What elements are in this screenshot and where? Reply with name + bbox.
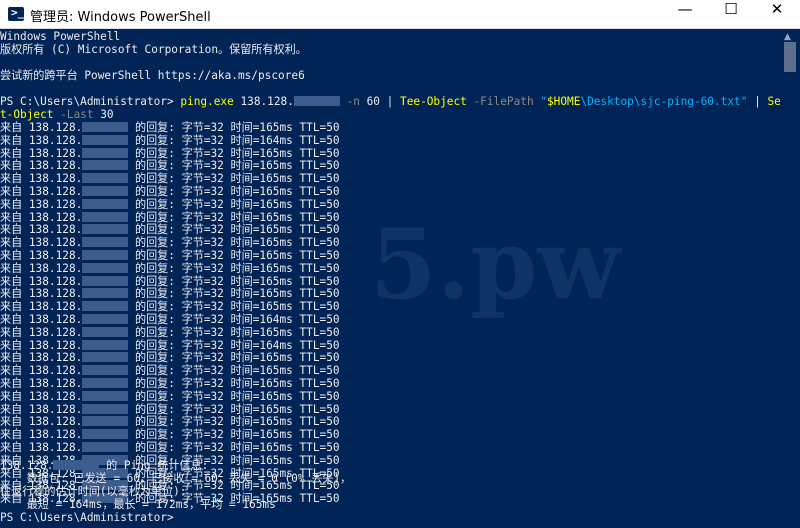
header-line: Windows PowerShell — [0, 30, 121, 43]
n-value: 60 — [359, 95, 387, 108]
reply-line: 来自 138.128. 的回复: 字节=32 时间=165ms TTL=50 — [0, 389, 340, 403]
header-line: 版权所有 (C) Microsoft Corporation。保留所有权利。 — [0, 43, 307, 56]
redacted-ip — [82, 416, 129, 427]
final-prompt[interactable]: PS C:\Users\Administrator> — [0, 511, 174, 524]
redacted-ip — [82, 173, 129, 184]
reply-line: 来自 138.128. 的回复: 字节=32 时间=165ms TTL=50 — [0, 351, 340, 365]
reply-line: 来自 138.128. 的回复: 字节=32 时间=165ms TTL=50 — [0, 197, 340, 211]
redacted-ip — [82, 198, 129, 209]
redacted-ip — [82, 262, 129, 273]
reply-line: 来自 138.128. 的回复: 字节=32 时间=165ms TTL=50 — [0, 236, 340, 250]
reply-line: 来自 138.128. 的回复: 字节=32 时间=165ms TTL=50 — [0, 441, 340, 454]
reply-line: 来自 138.128. 的回复: 字节=32 时间=165ms TTL=50 — [0, 121, 340, 134]
ip-prefix: 138.128. — [233, 95, 294, 108]
powershell-icon: >_ — [8, 6, 24, 21]
redacted-ip — [82, 160, 129, 171]
redacted-ip — [82, 314, 129, 324]
reply-line: 来自 138.128. 的回复: 字节=32 时间=165ms TTL=50 — [0, 146, 340, 160]
redacted-ip — [82, 211, 129, 222]
reply-line: 来自 138.128. 的回复: 字节=32 时间=165ms TTL=50 — [0, 377, 340, 390]
reply-line: 来自 138.128. 的回复: 字节=32 时间=165ms TTL=50 — [0, 287, 340, 301]
redacted-ip — [82, 339, 129, 350]
redacted-ip — [82, 122, 129, 132]
redacted-ip — [82, 134, 129, 145]
reply-line: 来自 138.128. 的回复: 字节=32 时间=165ms TTL=50 — [0, 325, 340, 339]
redacted-ip — [82, 288, 129, 299]
close-button[interactable]: ✕ — [754, 0, 800, 29]
redacted-ip — [82, 275, 129, 286]
reply-line: 来自 138.128. 的回复: 字节=32 时间=164ms TTL=50 — [0, 313, 340, 326]
minimize-button[interactable]: — — [662, 0, 708, 29]
stats-line: 最短 = 164ms，最长 = 172ms，平均 = 165ms — [0, 498, 276, 511]
reply-line: 来自 138.128. 的回复: 字节=32 时间=165ms TTL=50 — [0, 415, 340, 429]
redacted-ip — [82, 390, 129, 401]
path-string: \Desktop\sjc-ping-60.txt — [580, 95, 741, 108]
redacted-ip — [82, 429, 129, 440]
reply-line: 来自 138.128. 的回复: 字节=32 时间=165ms TTL=50 — [0, 428, 340, 442]
redacted-ip — [82, 250, 129, 260]
pipe: | — [747, 95, 768, 108]
param-n: -n — [339, 95, 360, 108]
redacted-ip — [82, 301, 129, 312]
redacted-ip — [82, 147, 129, 158]
last-value: 30 — [93, 108, 114, 121]
redacted-ip — [82, 352, 129, 363]
reply-line: 来自 138.128. 的回复: 字节=32 时间=164ms TTL=50 — [0, 338, 340, 352]
redacted-ip — [82, 403, 129, 414]
path-variable: $HOME — [547, 95, 581, 108]
scroll-up-icon[interactable]: ▲ — [784, 32, 791, 42]
window-title: 管理员: Windows PowerShell — [30, 10, 211, 25]
title-bar: >_ 管理员: Windows PowerShell — ☐ ✕ — [0, 0, 800, 29]
redacted-ip — [293, 96, 340, 106]
stats-line: 数据包: 已发送 = 60，已接收 = 60，丢失 = 0 (0% 丢失)， — [0, 472, 352, 485]
redacted-ip — [82, 378, 129, 388]
reply-line: 来自 138.128. 的回复: 字节=32 时间=164ms TTL=50 — [0, 133, 340, 147]
reply-line: 来自 138.128. 的回复: 字节=32 时间=165ms TTL=50 — [0, 172, 340, 186]
param-filepath: -FilePath — [466, 95, 541, 108]
reply-line: 来自 138.128. 的回复: 字节=32 时间=165ms TTL=50 — [0, 274, 340, 288]
prompt: PS C:\Users\Administrator> — [0, 95, 181, 108]
reply-line: 来自 138.128. 的回复: 字节=32 时间=165ms TTL=50 — [0, 185, 340, 198]
pipe: | — [386, 95, 401, 108]
console-output[interactable]: Windows PowerShell 版权所有 (C) Microsoft Co… — [0, 30, 780, 528]
reply-line: 来自 138.128. 的回复: 字节=32 时间=165ms TTL=50 — [0, 223, 340, 237]
reply-line: 来自 138.128. 的回复: 字节=32 时间=165ms TTL=50 — [0, 210, 340, 224]
reply-line: 来自 138.128. 的回复: 字节=32 时间=165ms TTL=50 — [0, 249, 340, 262]
stats-line: 138.128. 的 Ping 统计信息: — [0, 459, 209, 472]
reply-line: 来自 138.128. 的回复: 字节=32 时间=165ms TTL=50 — [0, 300, 340, 314]
command-ping: ping.exe — [180, 95, 234, 108]
scrollbar[interactable] — [780, 30, 800, 528]
redacted-ip — [53, 460, 100, 470]
param-last: -Last — [53, 108, 94, 121]
reply-line: 来自 138.128. 的回复: 字节=32 时间=165ms TTL=50 — [0, 402, 340, 416]
stats-line: 往返行程的估计时间(以毫秒为单位): — [0, 485, 187, 498]
redacted-ip — [82, 365, 129, 376]
reply-line: 来自 138.128. 的回复: 字节=32 时间=165ms TTL=50 — [0, 364, 340, 378]
header-line: 尝试新的跨平台 PowerShell https://aka.ms/pscore… — [0, 69, 305, 82]
reply-line: 来自 138.128. 的回复: 字节=32 时间=165ms TTL=50 — [0, 159, 340, 173]
redacted-ip — [82, 237, 129, 248]
redacted-ip — [82, 186, 129, 196]
reply-line: 来自 138.128. 的回复: 字节=32 时间=165ms TTL=50 — [0, 261, 340, 275]
maximize-button[interactable]: ☐ — [708, 0, 754, 29]
command-select-object: Selec — [767, 95, 780, 108]
command-tee-object: Tee-Object — [400, 95, 467, 108]
command-line-wrap: t-Object -Last 30 — [0, 108, 114, 121]
redacted-ip — [82, 442, 129, 452]
scrollbar-thumb[interactable] — [784, 42, 796, 72]
redacted-ip — [82, 224, 129, 235]
command-line: PS C:\Users\Administrator> ping.exe 138.… — [0, 95, 780, 108]
redacted-ip — [82, 326, 129, 337]
